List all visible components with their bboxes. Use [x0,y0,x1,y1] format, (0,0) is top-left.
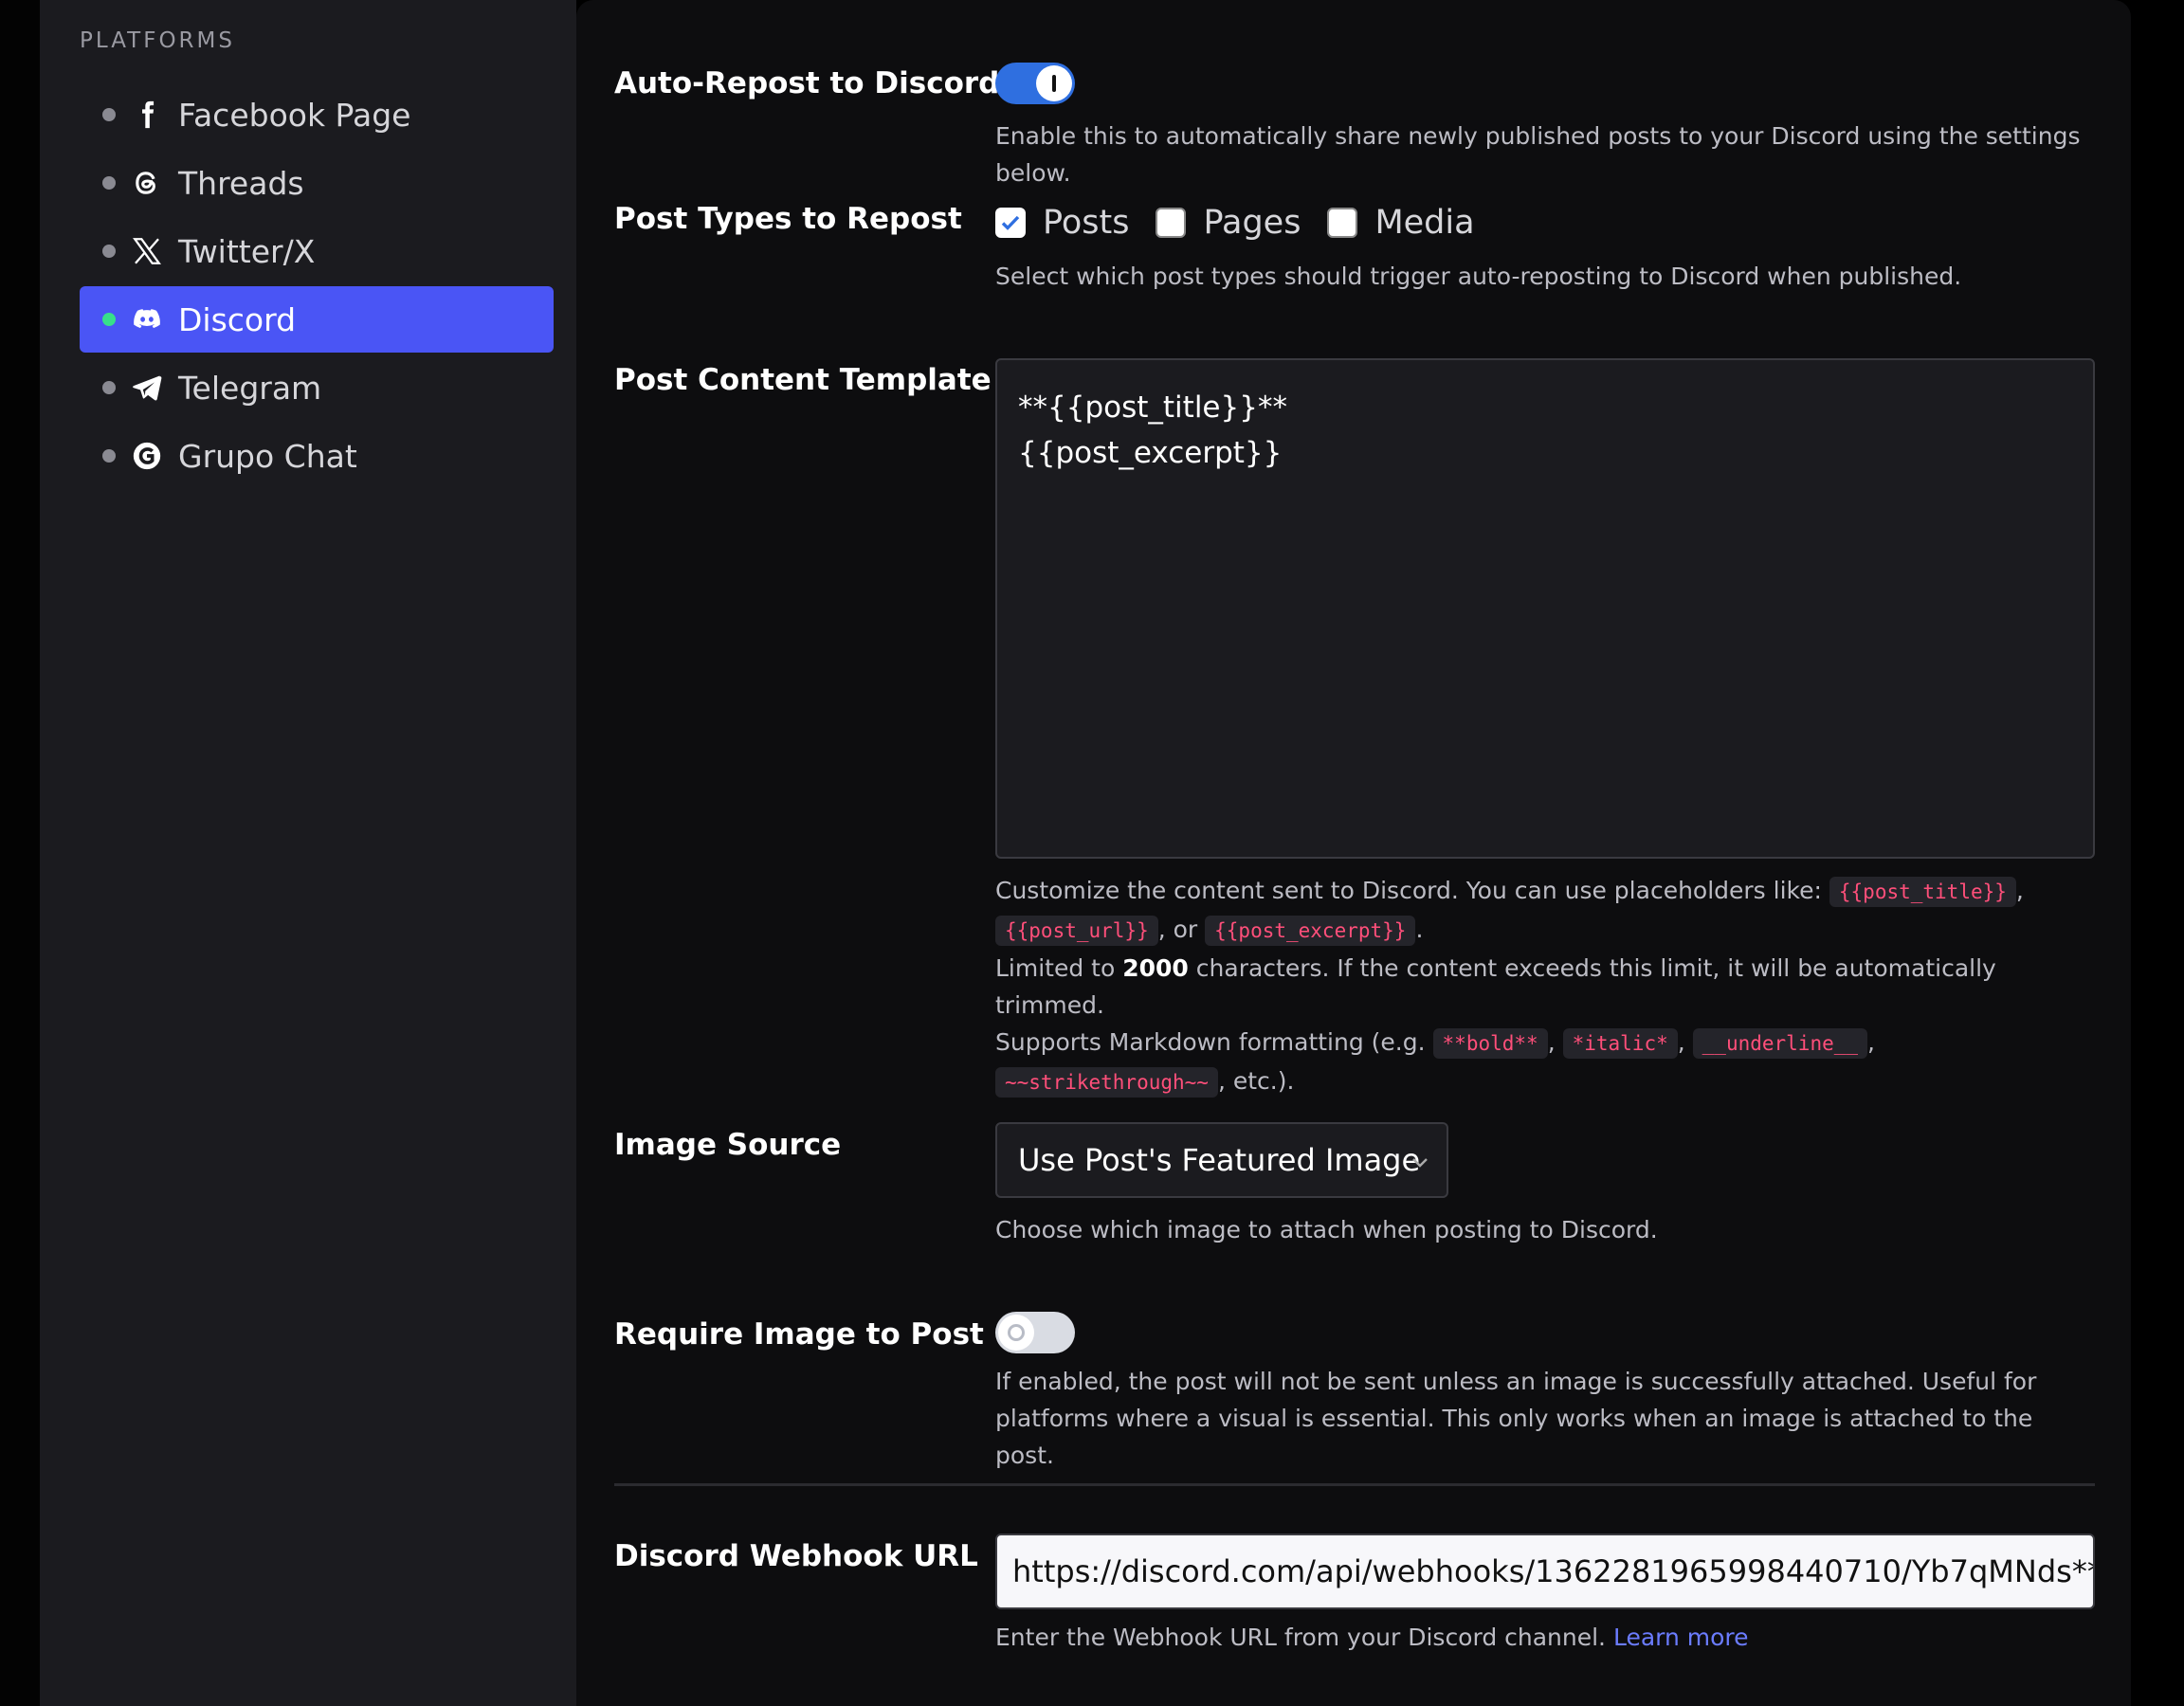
auto-repost-description: Enable this to automatically share newly… [995,122,2081,187]
webhook-label: Discord Webhook URL [614,1539,978,1573]
toggle-knob [998,1315,1034,1351]
sidebar-item-twitter-x[interactable]: Twitter/X [80,218,554,284]
sidebar-item-label: Discord [178,300,297,338]
require-image-label: Require Image to Post [614,1317,984,1352]
facebook-icon [131,99,163,131]
template-field: **{{post_title}}** {{post_excerpt}} Cust… [995,358,2095,1101]
section-divider [614,1483,2095,1486]
checkbox-label: Media [1374,204,1475,242]
learn-more-link[interactable]: Learn more [1613,1624,1749,1651]
auto-repost-label: Auto-Repost to Discord [614,66,1000,100]
help-text: Customize the content sent to Discord. Y… [995,877,1822,904]
post-type-pages-checkbox[interactable]: Pages [1156,204,1301,242]
separator: , [2015,877,2024,904]
status-dot [102,313,116,326]
char-limit-value: 2000 [1122,954,1189,982]
discord-settings-panel: Auto-Repost to Discord Enable this to au… [576,0,2131,1706]
post-types-label: Post Types to Repost [614,202,962,236]
checkbox-checked-icon [995,208,1026,238]
sidebar-item-label: Twitter/X [178,232,316,270]
sidebar-item-label: Telegram [178,369,322,407]
auto-repost-toggle[interactable] [995,63,1075,104]
help-text: etc.). [1232,1067,1295,1095]
checkbox-unchecked-icon [1156,208,1187,238]
sidebar-item-label: Facebook Page [178,96,411,134]
post-type-posts-checkbox[interactable]: Posts [995,204,1129,242]
sidebar-item-label: Threads [178,164,304,202]
sidebar-item-label: Grupo Chat [178,437,357,475]
status-dot [102,108,116,121]
help-text: Supports Markdown formatting (e.g. [995,1028,1426,1056]
post-types-checkboxes: Posts Pages Media [995,199,2095,246]
separator: , or [1157,916,1198,943]
x-icon [131,235,163,267]
status-dot [102,449,116,463]
select-value: Use Post's Featured Image [1018,1142,1421,1178]
post-types-description: Select which post types should trigger a… [995,263,1962,290]
template-help: Customize the content sent to Discord. Y… [995,872,2095,1101]
template-textarea[interactable]: **{{post_title}}** {{post_excerpt}} [995,358,2095,859]
platform-nav: Facebook Page Threads Twitter/X Discord … [80,82,554,491]
post-type-media-checkbox[interactable]: Media [1327,204,1475,242]
require-image-field: If enabled, the post will not be sent un… [995,1312,2095,1474]
separator: , [1547,1028,1556,1056]
require-image-toggle[interactable] [995,1312,1075,1353]
markdown-code: ~~strikethrough~~ [995,1067,1218,1098]
threads-icon [131,167,163,199]
separator: , [1867,1028,1875,1056]
platforms-sidebar: PLATFORMS Facebook Page Threads Twitter/… [40,0,576,1706]
right-gutter [2131,0,2184,1706]
status-dot [102,381,116,394]
chevron-down-icon [1412,1158,1428,1168]
checkbox-label: Pages [1203,204,1301,242]
help-text: Enter the Webhook URL from your Discord … [995,1624,1607,1651]
separator: . [1415,916,1424,943]
checkbox-unchecked-icon [1327,208,1358,238]
image-source-select[interactable]: Use Post's Featured Image [995,1122,1448,1198]
image-source-field: Use Post's Featured Image Choose which i… [995,1122,2095,1248]
image-source-description: Choose which image to attach when postin… [995,1216,1658,1243]
telegram-icon [131,372,163,404]
checkbox-label: Posts [1043,204,1130,242]
post-types-field: Posts Pages Media Select which post type… [995,199,2095,295]
toggle-knob [1036,65,1072,101]
webhook-description: Enter the Webhook URL from your Discord … [995,1619,2095,1656]
auto-repost-field: Enable this to automatically share newly… [995,63,2095,191]
placeholder-code: {{post_url}} [995,916,1158,946]
image-source-label: Image Source [614,1128,842,1162]
sidebar-item-discord[interactable]: Discord [80,286,554,353]
template-label: Post Content Template [614,363,992,397]
sidebar-item-facebook-page[interactable]: Facebook Page [80,82,554,148]
sidebar-item-threads[interactable]: Threads [80,150,554,216]
sidebar-item-telegram[interactable]: Telegram [80,354,554,421]
discord-icon [131,303,163,336]
separator: , [1677,1028,1685,1056]
status-dot [102,245,116,258]
help-text: Limited to [995,954,1116,982]
left-gutter [0,0,40,1706]
sidebar-heading: PLATFORMS [80,28,235,53]
status-dot [102,176,116,190]
grupo-chat-icon [131,440,163,472]
sidebar-item-grupo-chat[interactable]: Grupo Chat [80,423,554,489]
placeholder-code: {{post_title}} [1829,877,2016,907]
webhook-url-input[interactable]: https://discord.com/api/webhooks/1362281… [995,1534,2095,1609]
markdown-code: *italic* [1562,1028,1678,1059]
markdown-code: **bold** [1432,1028,1548,1059]
placeholder-code: {{post_excerpt}} [1205,916,1416,946]
webhook-field: https://discord.com/api/webhooks/1362281… [995,1534,2095,1656]
require-image-description: If enabled, the post will not be sent un… [995,1368,2037,1469]
markdown-code: __underline__ [1692,1028,1868,1059]
separator: , [1217,1067,1226,1095]
